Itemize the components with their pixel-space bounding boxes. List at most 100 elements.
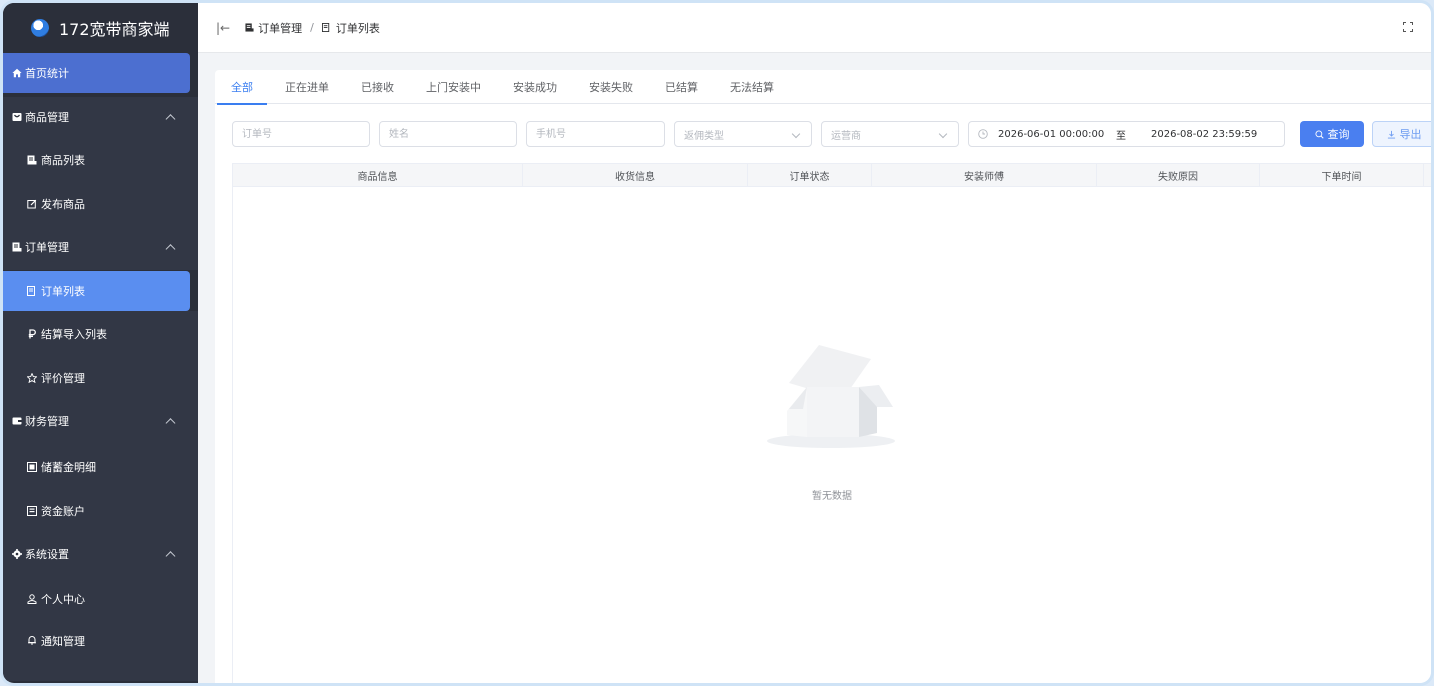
clock-icon xyxy=(978,129,988,139)
sidebar-item-label: 订单列表 xyxy=(41,285,85,298)
export-button[interactable]: 导出 xyxy=(1372,121,1431,147)
sidebar-item-label: 发布商品 xyxy=(41,197,85,211)
tab-all[interactable]: 全部 xyxy=(217,70,267,105)
tab-installing[interactable]: 上门安装中 xyxy=(426,70,481,104)
sidebar-item-label: 订单管理 xyxy=(25,241,69,254)
sidebar-item-label: 财务管理 xyxy=(25,415,69,428)
sidebar-item-label: 资金账户 xyxy=(41,504,85,518)
main-panel: 全部 正在进单 已接收 上门安装中 安装成功 安装失败 已结算 无法结算 返佣类… xyxy=(215,70,1431,683)
sidebar-item-product-list[interactable]: 商品列表 xyxy=(3,137,198,183)
empty-text: 暂无数据 xyxy=(812,491,852,502)
breadcrumb-item-orders[interactable]: 订单管理 xyxy=(258,20,302,36)
date-end[interactable]: 2026-08-02 23:59:59 xyxy=(1151,129,1257,140)
sidebar-item-label: 商品管理 xyxy=(25,111,69,124)
sidebar-item-profile[interactable]: 个人中心 xyxy=(3,577,198,621)
top-header: |← 订单管理 / 订单列表 xyxy=(198,3,1431,53)
tab-receiving[interactable]: 正在进单 xyxy=(285,70,329,104)
chevron-up-icon xyxy=(165,244,176,255)
breadcrumb-item-order-list: 订单列表 xyxy=(335,21,380,35)
brand: 172宽带商家端 xyxy=(3,3,198,53)
order-icon xyxy=(244,23,254,33)
tab-received[interactable]: 已接收 xyxy=(361,70,394,104)
sidebar-item-label: 通知管理 xyxy=(41,635,85,648)
query-label: 查询 xyxy=(1327,128,1350,141)
sidebar-item-label: 个人中心 xyxy=(41,593,85,606)
table-header: 商品信息 收货信息 订单状态 安装师傅 失败原因 下单时间 xyxy=(233,163,1431,187)
fullscreen-icon[interactable] xyxy=(1403,22,1413,32)
commission-type-select[interactable]: 返佣类型 xyxy=(674,121,812,147)
sidebar-item-label: 首页统计 xyxy=(25,67,69,80)
chevron-up-icon xyxy=(165,114,176,125)
account-icon xyxy=(27,505,37,516)
list-icon xyxy=(322,23,332,33)
sidebar-item-fund-account[interactable]: 资金账户 xyxy=(3,490,198,531)
sidebar: 172宽带商家端 首页统计 商品管理 商品列表 发布商品 订单管理 订单列表 结… xyxy=(3,3,198,683)
chevron-down-icon xyxy=(938,129,948,139)
sidebar-item-reviews[interactable]: 评价管理 xyxy=(3,357,198,398)
tab-install-success[interactable]: 安装成功 xyxy=(513,70,557,104)
status-tabs: 全部 正在进单 已接收 上门安装中 安装成功 安装失败 已结算 无法结算 xyxy=(215,70,1431,105)
date-range-picker[interactable]: 2026-06-01 00:00:00 至 2026-08-02 23:59:5… xyxy=(968,121,1285,147)
gear-icon xyxy=(12,549,22,559)
column-header-fail-reason: 失败原因 xyxy=(1097,164,1260,186)
chevron-down-icon xyxy=(791,129,801,139)
breadcrumb-separator: / xyxy=(310,21,314,34)
bell-icon xyxy=(27,635,37,645)
app-title: 172宽带商家端 xyxy=(59,20,170,39)
column-header-order-time: 下单时间 xyxy=(1260,164,1424,186)
sidebar-item-label: 储蓄金明细 xyxy=(41,461,96,474)
column-header-status: 订单状态 xyxy=(748,164,872,186)
order-no-input[interactable] xyxy=(232,121,370,147)
tab-unsettleable[interactable]: 无法结算 xyxy=(730,70,774,104)
column-header-installer: 安装师傅 xyxy=(872,164,1097,186)
column-header-product: 商品信息 xyxy=(233,164,523,186)
sidebar-item-publish-product[interactable]: 发布商品 xyxy=(3,183,198,224)
ledger-icon xyxy=(27,462,37,472)
edit-icon xyxy=(27,199,37,209)
breadcrumb: 订单管理 / 订单列表 xyxy=(244,20,380,36)
orders-table: 商品信息 收货信息 订单状态 安装师傅 失败原因 下单时间 暂无数据 xyxy=(232,163,1431,683)
sidebar-item-products[interactable]: 商品管理 xyxy=(3,97,198,137)
brand-logo xyxy=(31,19,49,37)
column-header-shipping: 收货信息 xyxy=(523,164,748,186)
sidebar-item-finance[interactable]: 财务管理 xyxy=(3,398,198,444)
sidebar-item-label: 系统设置 xyxy=(25,548,69,561)
list-icon xyxy=(27,155,37,165)
chevron-up-icon xyxy=(165,418,176,429)
tab-install-failed[interactable]: 安装失败 xyxy=(589,70,633,104)
sidebar-item-orders[interactable]: 订单管理 xyxy=(3,224,198,270)
export-label: 导出 xyxy=(1399,128,1422,141)
shop-icon xyxy=(12,112,22,122)
sidebar-item-label: 评价管理 xyxy=(41,371,85,385)
empty-state: 暂无数据 xyxy=(233,323,1431,502)
date-start[interactable]: 2026-06-01 00:00:00 xyxy=(998,129,1111,140)
operator-placeholder: 运营商 xyxy=(831,130,861,142)
wallet-icon xyxy=(12,416,22,426)
download-icon xyxy=(1387,130,1395,139)
sidebar-item-savings-detail[interactable]: 储蓄金明细 xyxy=(3,444,198,490)
app-frame: 172宽带商家端 首页统计 商品管理 商品列表 发布商品 订单管理 订单列表 结… xyxy=(0,0,1434,686)
order-icon xyxy=(12,242,22,252)
star-icon xyxy=(27,372,37,383)
sidebar-item-notifications[interactable]: 通知管理 xyxy=(3,621,198,681)
chevron-up-icon xyxy=(165,551,176,562)
empty-box-icon xyxy=(767,345,895,448)
phone-input[interactable] xyxy=(526,121,665,147)
sidebar-item-dashboard[interactable]: 首页统计 xyxy=(3,53,190,93)
sidebar-item-settlement-import[interactable]: 结算导入列表 xyxy=(3,311,198,357)
commission-type-placeholder: 返佣类型 xyxy=(684,130,724,142)
user-icon xyxy=(27,594,37,604)
query-button[interactable]: 查询 xyxy=(1300,121,1364,147)
sidebar-item-system-settings[interactable]: 系统设置 xyxy=(3,531,198,577)
search-icon xyxy=(1314,129,1324,139)
sidebar-item-label: 结算导入列表 xyxy=(41,328,107,341)
list-icon xyxy=(27,286,37,296)
home-icon xyxy=(12,68,22,78)
sidebar-item-order-list[interactable]: 订单列表 xyxy=(3,271,190,311)
rouble-icon xyxy=(27,329,37,339)
collapse-sidebar-icon[interactable]: |← xyxy=(216,21,230,35)
name-input[interactable] xyxy=(379,121,517,147)
operator-select[interactable]: 运营商 xyxy=(821,121,959,147)
tab-settled[interactable]: 已结算 xyxy=(665,70,698,104)
sidebar-item-label: 商品列表 xyxy=(41,154,85,167)
